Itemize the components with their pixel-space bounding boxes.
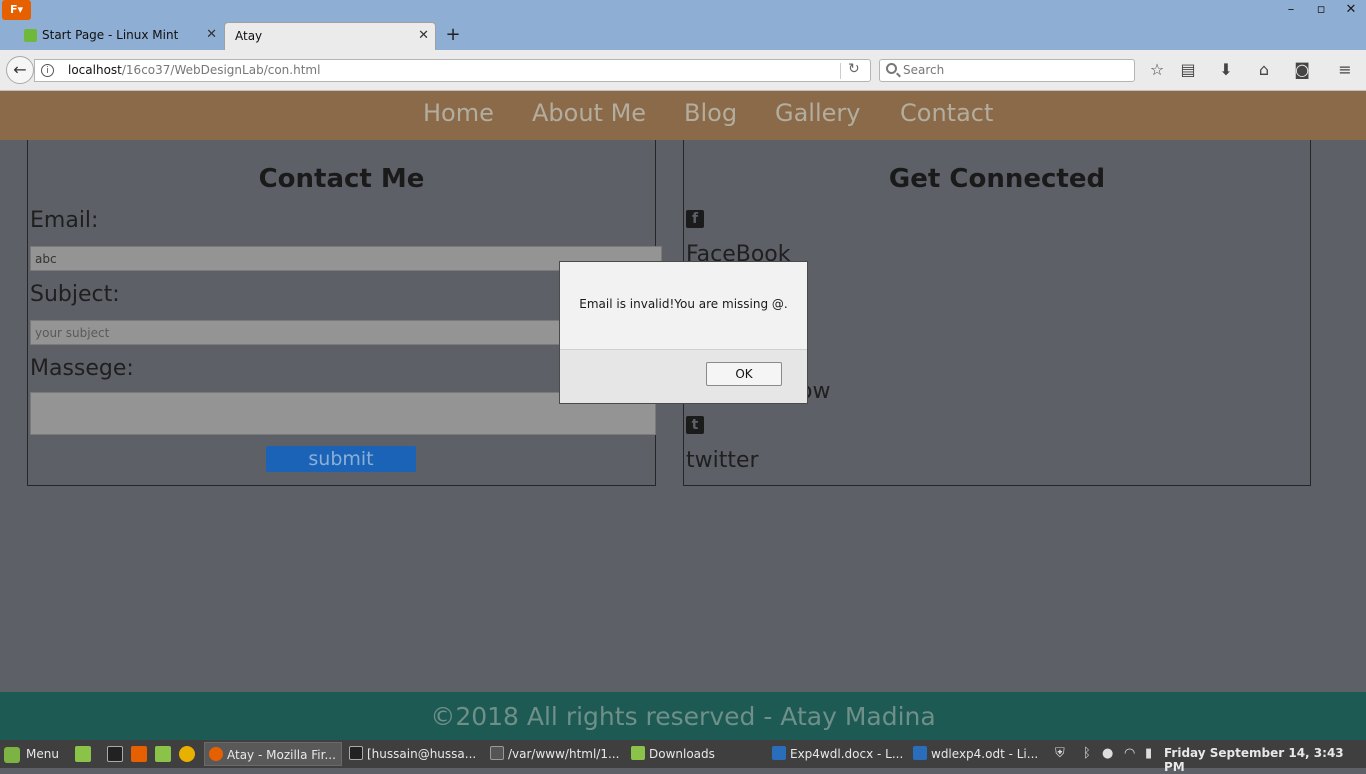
close-tab-icon[interactable]: ✕ [418, 23, 429, 49]
tab-strip: Start Page - Linux Mint ✕ Atay ✕ [0, 22, 1366, 50]
tab-title: Atay [235, 29, 263, 43]
firefox-menu-button[interactable]: F▾ [2, 0, 31, 20]
terminal-icon[interactable] [107, 746, 123, 762]
url-text: localhost/16co37/WebDesignLab/con.html [68, 63, 321, 77]
url-divider [840, 63, 841, 79]
search-placeholder: Search [903, 63, 945, 77]
user-icon[interactable]: ● [1102, 746, 1113, 761]
files-icon[interactable] [155, 746, 171, 762]
tab-title: Start Page - Linux Mint [42, 28, 179, 42]
message-label: Massege: [30, 356, 134, 381]
url-bar[interactable]: i localhost/16co37/WebDesignLab/con.html… [34, 59, 871, 82]
site-footer: ©2018 All rights reserved - Atay Madina [0, 692, 1366, 740]
info-icon[interactable]: i [41, 64, 54, 77]
nav-home[interactable]: Home [423, 99, 494, 127]
alert-dialog: Email is invalid!You are missing @. OK [559, 261, 808, 404]
navigation-toolbar: ← i localhost/16co37/WebDesignLab/con.ht… [0, 50, 1366, 91]
document-icon [913, 746, 927, 760]
editor-icon [490, 746, 504, 760]
show-desktop-icon[interactable] [75, 746, 91, 762]
terminal-icon [349, 746, 363, 760]
dialog-divider [560, 349, 807, 350]
nav-about-me[interactable]: About Me [532, 99, 646, 127]
document-icon [772, 746, 786, 760]
pocket-icon[interactable]: ◙ [1292, 60, 1312, 80]
download-icon[interactable]: ⬇ [1216, 60, 1236, 80]
subject-field[interactable]: your subject [30, 320, 560, 345]
firefox-icon[interactable] [131, 746, 147, 762]
folder-icon [631, 746, 645, 760]
bluetooth-icon[interactable]: ᛒ [1083, 746, 1091, 761]
shield-icon[interactable]: ⛨ [1055, 746, 1065, 761]
task-terminal[interactable]: [hussain@hussa... [345, 742, 483, 766]
bookmarks-list-icon[interactable]: ▤ [1178, 60, 1198, 80]
mint-logo-icon [4, 746, 20, 763]
contact-title: Contact Me [258, 164, 425, 194]
start-menu-button[interactable]: Menu [4, 744, 59, 764]
hamburger-menu-icon[interactable]: ≡ [1335, 60, 1355, 80]
taskbar: Menu Atay - Mozilla Fir... [hussain@huss… [0, 740, 1366, 774]
dialog-message: Email is invalid!You are missing @. [579, 297, 788, 311]
firefox-icon [209, 747, 223, 761]
task-wdlexp4-odt[interactable]: wdlexp4.odt - Li... [909, 742, 1047, 766]
submit-button[interactable]: submit [266, 446, 416, 472]
window-titlebar: F▾ – ▫ ✕ [0, 0, 1366, 22]
subject-label: Subject: [30, 282, 120, 307]
site-navbar: Home About Me Blog Gallery Contact [0, 91, 1366, 140]
footer-copyright: ©2018 All rights reserved - Atay Madina [430, 702, 936, 731]
maximize-button[interactable]: ▫ [1311, 1, 1331, 19]
nav-gallery[interactable]: Gallery [775, 99, 860, 127]
tab-start-page[interactable]: Start Page - Linux Mint ✕ [18, 22, 223, 50]
task-firefox[interactable]: Atay - Mozilla Fir... [204, 742, 342, 766]
tab-atay[interactable]: Atay ✕ [224, 22, 436, 50]
close-tab-icon[interactable]: ✕ [206, 22, 217, 48]
nav-contact[interactable]: Contact [900, 99, 993, 127]
task-downloads[interactable]: Downloads [627, 742, 765, 766]
chrome-icon[interactable] [179, 746, 195, 762]
search-input[interactable]: Search [879, 59, 1135, 82]
new-tab-button[interactable]: + [443, 22, 463, 48]
wifi-icon[interactable]: ◠ [1124, 746, 1135, 761]
connected-title: Get Connected [888, 164, 1106, 194]
twitter-link[interactable]: twitter [686, 448, 759, 473]
task-exp4wdl-docx[interactable]: Exp4wdl.docx - L... [768, 742, 906, 766]
twitter-icon[interactable]: t [686, 416, 704, 434]
search-icon [886, 63, 897, 74]
ok-button[interactable]: OK [706, 362, 782, 386]
minimize-button[interactable]: – [1281, 1, 1301, 19]
email-label: Email: [30, 208, 99, 233]
facebook-icon[interactable]: f [686, 210, 704, 228]
mint-favicon-icon [24, 29, 37, 42]
clock[interactable]: Friday September 14, 3:43 PM [1164, 746, 1366, 774]
bookmark-star-icon[interactable]: ☆ [1147, 60, 1167, 80]
reload-icon[interactable]: ↻ [848, 61, 860, 77]
close-window-button[interactable]: ✕ [1341, 1, 1361, 19]
nav-blog[interactable]: Blog [684, 99, 737, 127]
home-icon[interactable]: ⌂ [1254, 60, 1274, 80]
back-button[interactable]: ← [6, 56, 34, 84]
task-sublime[interactable]: /var/www/html/1... [486, 742, 624, 766]
battery-icon[interactable]: ▮ [1145, 746, 1152, 761]
